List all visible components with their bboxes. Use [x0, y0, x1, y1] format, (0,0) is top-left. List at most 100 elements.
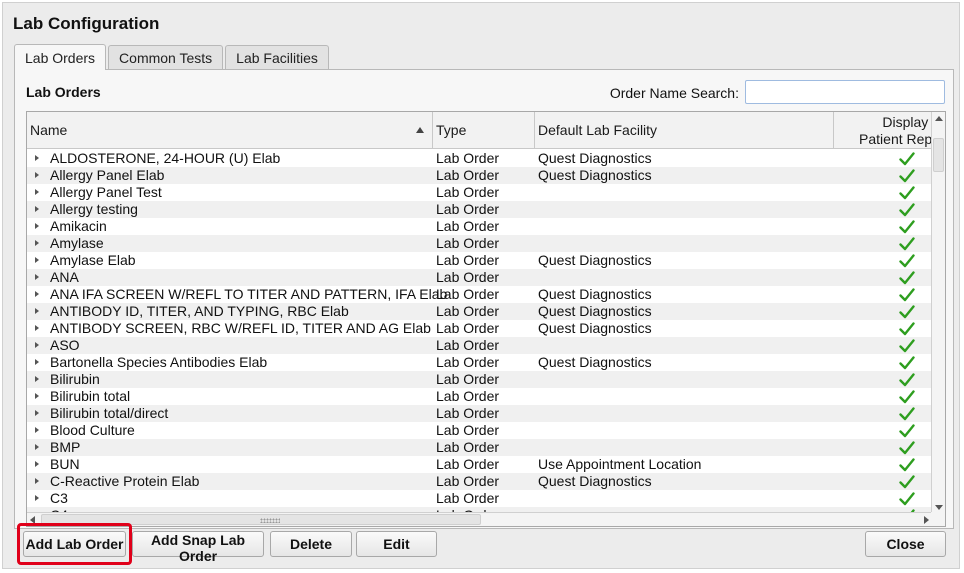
expand-arrow-icon[interactable] — [35, 240, 39, 246]
expand-arrow-icon[interactable] — [35, 427, 39, 433]
horizontal-scrollbar[interactable] — [27, 512, 932, 526]
table-row[interactable]: C3 Lab Order — [27, 490, 932, 507]
scroll-up-icon[interactable] — [935, 116, 943, 121]
table-row[interactable]: ASO Lab Order — [27, 337, 932, 354]
lab-orders-panel: Lab Orders Order Name Search: Name Type … — [14, 69, 954, 529]
cell-name: Allergy Panel Test — [50, 184, 162, 200]
cell-name: Bilirubin total/direct — [50, 405, 169, 421]
delete-button[interactable]: Delete — [270, 531, 352, 557]
expand-arrow-icon[interactable] — [35, 206, 39, 212]
scroll-right-icon[interactable] — [924, 516, 929, 524]
table-row[interactable]: BMP Lab Order — [27, 439, 932, 456]
cell-default-lab-facility: Quest Diagnostics — [538, 303, 652, 319]
expand-arrow-icon[interactable] — [35, 274, 39, 280]
cell-type: Lab Order — [436, 184, 500, 200]
column-header-display-line1: Display o — [882, 114, 932, 130]
cell-type: Lab Order — [436, 456, 500, 472]
checkmark-icon — [899, 304, 915, 320]
add-snap-lab-order-button[interactable]: Add Snap Lab Order — [132, 531, 264, 564]
expand-arrow-icon[interactable] — [35, 342, 39, 348]
expand-arrow-icon[interactable] — [35, 376, 39, 382]
checkmark-icon — [899, 389, 915, 405]
column-header-type-label: Type — [436, 122, 467, 138]
window-title: Lab Configuration — [13, 14, 160, 33]
expand-arrow-icon[interactable] — [35, 291, 39, 297]
close-button[interactable]: Close — [865, 531, 946, 557]
edit-button[interactable]: Edit — [356, 531, 437, 557]
checkmark-icon — [899, 457, 915, 473]
tab-common-tests[interactable]: Common Tests — [108, 45, 224, 70]
tab-lab-facilities[interactable]: Lab Facilities — [225, 45, 329, 70]
column-header-name[interactable]: Name — [27, 112, 433, 149]
cell-type: Lab Order — [436, 218, 500, 234]
table-row[interactable]: Bilirubin total Lab Order — [27, 388, 932, 405]
table-row[interactable]: Allergy testing Lab Order — [27, 201, 932, 218]
expand-arrow-icon[interactable] — [35, 495, 39, 501]
table-row[interactable]: ANA Lab Order — [27, 269, 932, 286]
table-row[interactable]: Amylase Lab Order — [27, 235, 932, 252]
cell-type: Lab Order — [436, 405, 500, 421]
tab-lab-orders[interactable]: Lab Orders — [14, 44, 107, 70]
cell-type: Lab Order — [436, 201, 500, 217]
expand-arrow-icon[interactable] — [35, 444, 39, 450]
horizontal-scroll-thumb[interactable] — [41, 514, 481, 525]
scrollbar-corner — [931, 512, 945, 526]
expand-arrow-icon[interactable] — [35, 461, 39, 467]
column-header-type[interactable]: Type — [433, 112, 535, 149]
cell-name: Amylase Elab — [50, 252, 136, 268]
expand-arrow-icon[interactable] — [35, 189, 39, 195]
cell-type: Lab Order — [436, 490, 500, 506]
cell-default-lab-facility: Quest Diagnostics — [538, 150, 652, 166]
expand-arrow-icon[interactable] — [35, 359, 39, 365]
cell-name: Blood Culture — [50, 422, 135, 438]
table-row[interactable]: ALDOSTERONE, 24-HOUR (U) Elab Lab Order Qu… — [27, 150, 932, 167]
table-row[interactable]: Allergy Panel Test Lab Order — [27, 184, 932, 201]
column-header-name-label: Name — [30, 122, 68, 138]
cell-name: Bilirubin — [50, 371, 100, 387]
cell-default-lab-facility: Quest Diagnostics — [538, 320, 652, 336]
add-lab-order-button[interactable]: Add Lab Order — [23, 531, 126, 557]
table-row[interactable]: ANTIBODY SCREEN, RBC W/REFL ID, TITER AN… — [27, 320, 932, 337]
cell-type: Lab Order — [436, 269, 500, 285]
column-header-display-label: Display oPatient Repo — [859, 114, 932, 148]
checkmark-icon — [899, 287, 915, 303]
expand-arrow-icon[interactable] — [35, 410, 39, 416]
grip-icon — [260, 518, 280, 523]
expand-arrow-icon[interactable] — [35, 172, 39, 178]
expand-arrow-icon[interactable] — [35, 257, 39, 263]
table-row[interactable]: Amylase Elab Lab Order Quest Diagnostics — [27, 252, 932, 269]
expand-arrow-icon[interactable] — [35, 223, 39, 229]
table-row[interactable]: Blood Culture Lab Order — [27, 422, 932, 439]
cell-type: Lab Order — [436, 252, 500, 268]
table-row[interactable]: Amikacin Lab Order — [27, 218, 932, 235]
table-row[interactable]: ANTIBODY ID, TITER, AND TYPING, RBC Elab… — [27, 303, 932, 320]
expand-arrow-icon[interactable] — [35, 478, 39, 484]
expand-arrow-icon[interactable] — [35, 155, 39, 161]
column-header-default-lab-facility[interactable]: Default Lab Facility — [535, 112, 834, 149]
scroll-left-icon[interactable] — [30, 516, 35, 524]
checkmark-icon — [899, 253, 915, 269]
cell-name: Amylase — [50, 235, 104, 251]
order-name-search-input[interactable] — [745, 80, 945, 104]
vertical-scroll-thumb[interactable] — [933, 138, 944, 172]
sort-ascending-icon — [416, 127, 424, 133]
table-row[interactable]: ANA IFA SCREEN W/REFL TO TITER AND PATTE… — [27, 286, 932, 303]
scroll-down-icon[interactable] — [935, 505, 943, 510]
cell-type: Lab Order — [436, 337, 500, 353]
table-row[interactable]: BUN Lab Order Use Appointment Location — [27, 456, 932, 473]
expand-arrow-icon[interactable] — [35, 308, 39, 314]
expand-arrow-icon[interactable] — [35, 325, 39, 331]
cell-type: Lab Order — [436, 167, 500, 183]
column-header-display-on-patient-report[interactable]: Display oPatient Repo — [834, 112, 932, 149]
table-row[interactable]: Bilirubin total/direct Lab Order — [27, 405, 932, 422]
table-row[interactable]: Bilirubin Lab Order — [27, 371, 932, 388]
vertical-scrollbar[interactable] — [931, 112, 945, 514]
checkmark-icon — [899, 185, 915, 201]
table-row[interactable]: C-Reactive Protein Elab Lab Order Quest Di… — [27, 473, 932, 490]
checkmark-icon — [899, 406, 915, 422]
checkmark-icon — [899, 372, 915, 388]
table-row[interactable]: Bartonella Species Antibodies Elab Lab Or… — [27, 354, 932, 371]
checkmark-icon — [899, 202, 915, 218]
expand-arrow-icon[interactable] — [35, 393, 39, 399]
table-row[interactable]: Allergy Panel Elab Lab Order Quest Diagnos… — [27, 167, 932, 184]
